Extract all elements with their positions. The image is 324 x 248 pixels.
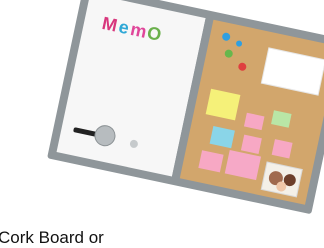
product-caption: Cork Board or xyxy=(0,228,104,247)
combination-board: M e m O xyxy=(47,0,324,214)
product-photo: M e m O xyxy=(47,0,324,214)
